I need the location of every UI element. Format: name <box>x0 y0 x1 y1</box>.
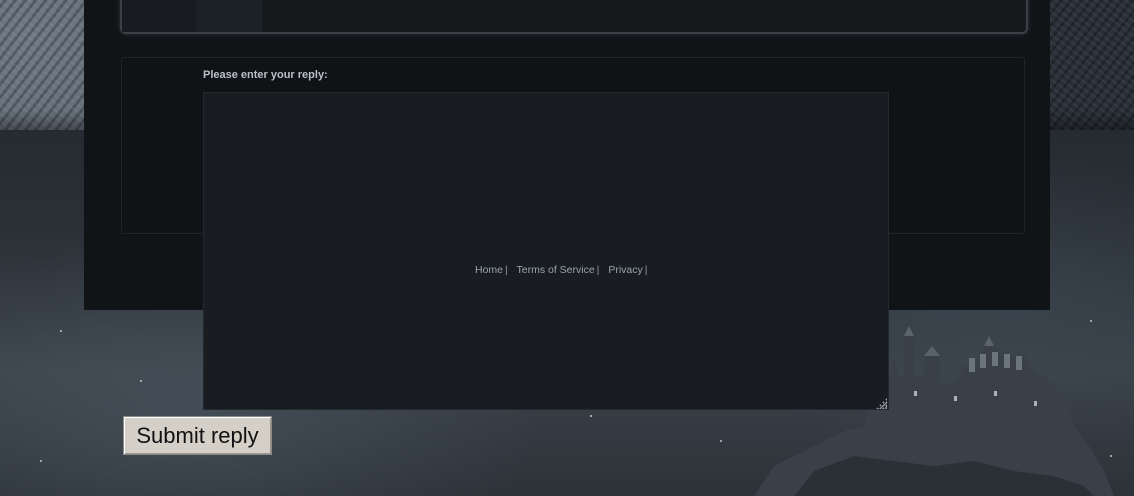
footer-link-privacy[interactable]: Privacy <box>608 264 642 276</box>
reply-label: Please enter your reply: <box>203 69 328 81</box>
footer-link-home[interactable]: Home <box>475 264 503 276</box>
footer-separator: | <box>644 264 648 276</box>
post-author-column <box>122 0 196 32</box>
background-star <box>590 415 592 417</box>
background-star <box>40 460 42 462</box>
background-star <box>60 330 62 332</box>
footer-separator: | <box>505 264 508 276</box>
background-star <box>720 440 722 442</box>
footer-link-terms[interactable]: Terms of Service <box>516 264 594 276</box>
footer-links: Home | Terms of Service | Privacy | <box>475 264 654 276</box>
previous-post-box <box>120 0 1028 34</box>
footer-separator: | <box>596 264 600 276</box>
post-meta-column <box>196 0 262 32</box>
submit-reply-button[interactable]: Submit reply <box>123 416 272 455</box>
background-star <box>140 380 142 382</box>
reply-textarea[interactable] <box>203 92 889 410</box>
